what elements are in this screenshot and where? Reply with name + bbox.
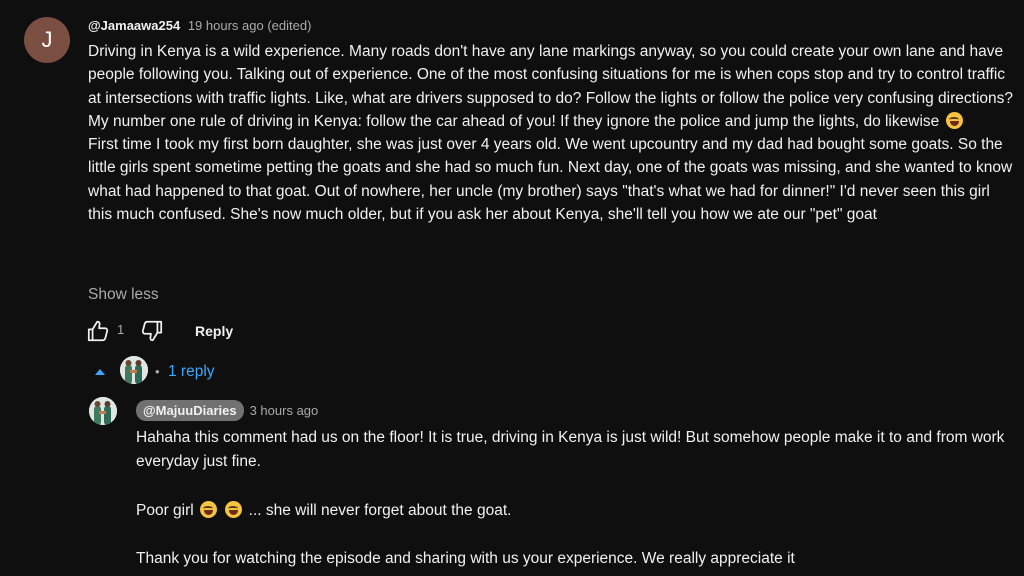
- dislike-button[interactable]: [138, 318, 166, 344]
- reply-text-2a: Poor girl: [136, 501, 194, 519]
- thumbs-up-icon: [87, 320, 109, 342]
- caret-up-icon: [95, 369, 105, 375]
- comment-paragraph-2: First time I took my first born daughter…: [88, 133, 1013, 226]
- replies-toggle-button[interactable]: • 1 reply: [93, 356, 253, 386]
- reply-paragraph-2: Poor girl ... she will never forget abou…: [136, 499, 1006, 523]
- reply-author-badge[interactable]: @MajuuDiaries: [136, 399, 244, 421]
- avatar-letter: J: [41, 27, 53, 52]
- comment-thread: J @Jamaawa254 19 hours ago (edited) Driv…: [0, 0, 1024, 576]
- replier-avatar-mini: [120, 356, 148, 384]
- rolling-laughing-emoji-icon: [945, 111, 963, 129]
- reply-body: @MajuuDiaries 3 hours ago Hahaha this co…: [136, 398, 1006, 572]
- comment-text-2: First time I took my first born daughter…: [88, 136, 1013, 224]
- reply-author-avatar[interactable]: [89, 397, 117, 425]
- rolling-laughing-emoji-icon: [225, 500, 243, 518]
- reply-button[interactable]: Reply: [195, 323, 233, 339]
- reply-timestamp[interactable]: 3 hours ago: [250, 403, 319, 418]
- thumbs-down-icon: [141, 320, 163, 342]
- reply-header: @MajuuDiaries 3 hours ago: [136, 398, 1006, 422]
- reply-count-label[interactable]: 1 reply: [168, 363, 215, 381]
- comment-header: @Jamaawa254 19 hours ago (edited): [88, 16, 1013, 36]
- reply-text-2b: ... she will never forget about the goat…: [248, 501, 512, 519]
- author-avatar[interactable]: J: [24, 17, 70, 63]
- like-button[interactable]: [84, 318, 112, 344]
- comment-author[interactable]: @Jamaawa254: [88, 18, 180, 33]
- comment-body: @Jamaawa254 19 hours ago (edited) Drivin…: [88, 16, 1013, 226]
- comment-paragraph-1: Driving in Kenya is a wild experience. M…: [88, 40, 1013, 133]
- comment-timestamp[interactable]: 19 hours ago (edited): [188, 18, 312, 33]
- separator-dot: •: [155, 364, 160, 379]
- like-count: 1: [117, 322, 125, 337]
- show-less-button[interactable]: Show less: [88, 286, 159, 304]
- comment-text-1: Driving in Kenya is a wild experience. M…: [88, 43, 1014, 130]
- rolling-laughing-emoji-icon: [200, 500, 218, 518]
- comment-action-bar: 1 Reply: [84, 318, 284, 344]
- reply-paragraph-3: Thank you for watching the episode and s…: [136, 550, 795, 568]
- reply-paragraph-1: Hahaha this comment had us on the floor!…: [136, 429, 1005, 471]
